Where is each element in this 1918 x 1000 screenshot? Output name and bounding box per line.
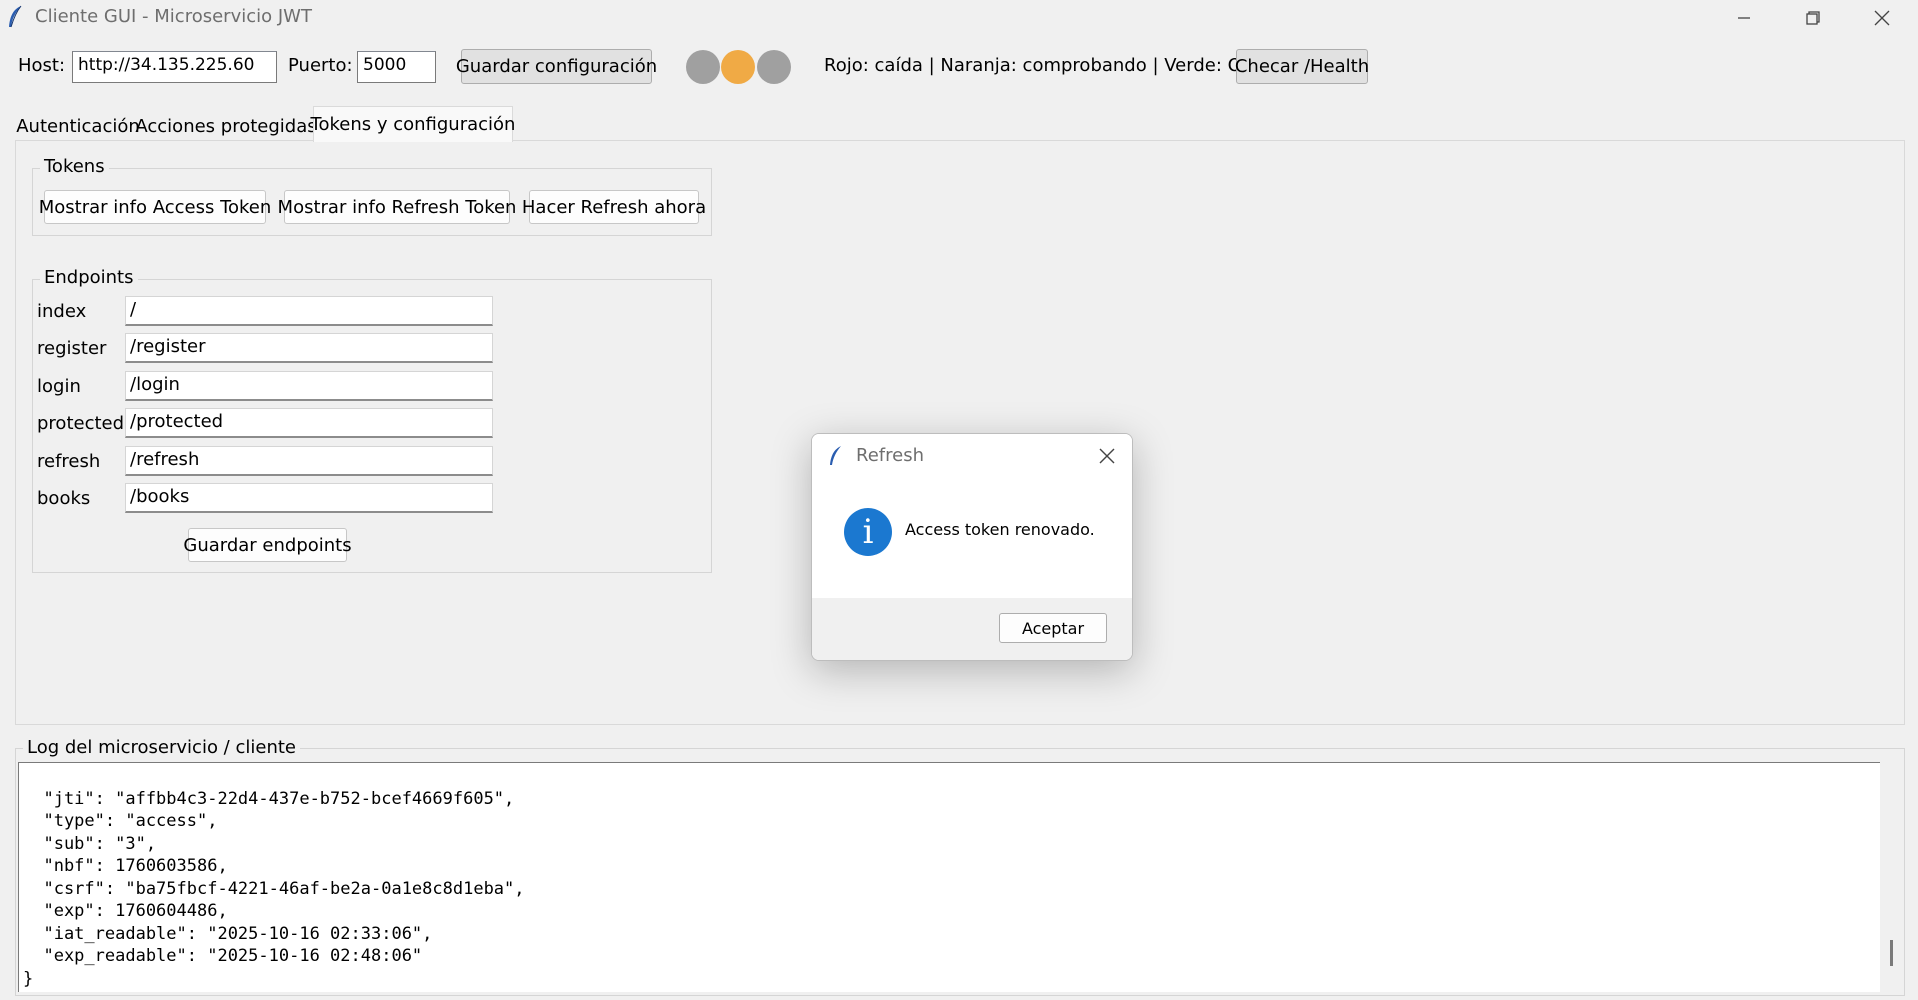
log-line: "csrf": "ba75fbcf-4221-46af-be2a-0a1e8c8… xyxy=(23,878,525,899)
feather-icon xyxy=(830,446,841,465)
dialog-footer: Aceptar xyxy=(812,598,1132,660)
host-label: Host: xyxy=(18,55,66,76)
log-line: "exp": 1760604486, xyxy=(23,901,228,921)
status-light-red xyxy=(686,50,720,84)
log-line: "nbf": 1760603586, xyxy=(23,856,228,876)
save-config-button[interactable]: Guardar configuración xyxy=(456,49,657,84)
status-light-green xyxy=(757,50,791,84)
refresh-dialog: Refresh i Access token renovado. Aceptar xyxy=(811,433,1133,661)
tab-acciones-protegidas[interactable]: Acciones protegidas xyxy=(135,111,316,141)
minimize-button[interactable] xyxy=(1710,0,1778,35)
restore-button[interactable] xyxy=(1779,0,1847,35)
refresh-now-button[interactable]: Hacer Refresh ahora xyxy=(522,190,706,224)
close-icon xyxy=(1874,10,1890,25)
dialog-close-icon[interactable] xyxy=(1097,446,1117,466)
log-title: Log del microservicio / cliente xyxy=(23,737,300,758)
log-line: "jti": "affbb4c3-22d4-437e-b752-bcef4669… xyxy=(23,788,515,809)
endpoint-label-register: register xyxy=(37,338,107,359)
feather-icon xyxy=(9,5,22,28)
show-access-token-button[interactable]: Mostrar info Access Token xyxy=(39,190,271,224)
save-endpoints-button[interactable]: Guardar endpoints xyxy=(183,528,352,562)
tokens-group-title: Tokens xyxy=(40,156,109,177)
endpoint-input-register[interactable]: /register xyxy=(125,333,493,363)
log-line: "iat_readable": "2025-10-16 02:33:06", xyxy=(23,923,433,944)
health-check-button[interactable]: Checar /Health xyxy=(1235,49,1369,84)
window-title: Cliente GUI - Microservicio JWT xyxy=(35,6,312,27)
log-scrollbar[interactable] xyxy=(1890,940,1893,966)
host-input[interactable]: http://34.135.225.60 xyxy=(72,51,277,83)
status-light-orange xyxy=(721,50,755,84)
minimize-icon xyxy=(1738,16,1750,19)
accept-button[interactable]: Aceptar xyxy=(999,613,1107,643)
log-textarea[interactable]: "jti": "affbb4c3-22d4-437e-b752-bcef4669… xyxy=(18,762,1880,992)
endpoint-input-books[interactable]: /books xyxy=(125,483,493,513)
endpoint-label-login: login xyxy=(37,376,81,397)
endpoints-group-title: Endpoints xyxy=(40,267,138,288)
endpoint-input-protected[interactable]: /protected xyxy=(125,408,493,438)
dialog-body: i Access token renovado. xyxy=(812,478,1132,598)
tab-autenticacion[interactable]: Autenticación xyxy=(16,111,140,141)
port-label: Puerto: xyxy=(288,55,353,76)
log-line: "sub": "3", xyxy=(23,833,157,854)
dialog-titlebar[interactable]: Refresh xyxy=(812,434,1132,478)
log-line: } xyxy=(23,968,34,989)
close-button[interactable] xyxy=(1848,0,1916,35)
endpoint-input-index[interactable]: / xyxy=(125,296,493,326)
show-refresh-token-button[interactable]: Mostrar info Refresh Token xyxy=(278,190,516,224)
endpoint-input-login[interactable]: /login xyxy=(125,371,493,401)
window-titlebar: Cliente GUI - Microservicio JWT xyxy=(0,0,1918,35)
endpoint-label-books: books xyxy=(37,488,91,509)
log-line: "type": "access", xyxy=(23,811,218,831)
log-line: "exp_readable": "2025-10-16 02:48:06" xyxy=(23,946,423,966)
endpoint-label-protected: protected xyxy=(37,413,125,434)
info-icon: i xyxy=(844,508,892,556)
port-input[interactable]: 5000 xyxy=(357,51,436,83)
restore-icon xyxy=(1806,10,1820,25)
endpoint-label-index: index xyxy=(37,301,87,322)
tab-tokens-configuracion[interactable]: Tokens y configuración xyxy=(311,106,515,142)
endpoint-label-refresh: refresh xyxy=(37,451,101,472)
dialog-title: Refresh xyxy=(856,445,924,466)
endpoint-input-refresh[interactable]: /refresh xyxy=(125,446,493,476)
dialog-message: Access token renovado. xyxy=(905,520,1095,539)
status-legend: Rojo: caída | Naranja: comprobando | Ver… xyxy=(824,55,1254,76)
